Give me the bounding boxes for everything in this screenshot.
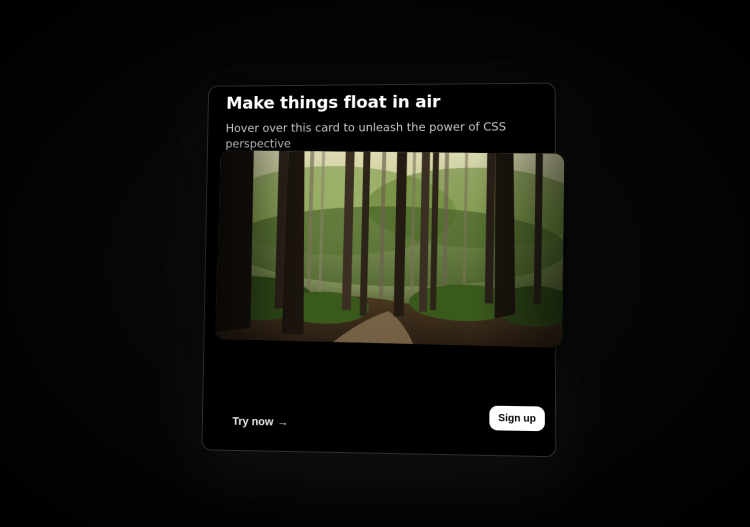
arrow-right-icon: → xyxy=(277,416,289,429)
card-subtitle: Hover over this card to unleash the powe… xyxy=(225,119,507,151)
card-title: Make things float in air xyxy=(225,92,441,114)
page-background: Make things float in air Hover over this… xyxy=(0,0,750,527)
floating-card[interactable]: Make things float in air Hover over this… xyxy=(201,82,565,458)
try-now-label: Try now xyxy=(232,415,274,429)
try-now-link[interactable]: Try now → xyxy=(232,416,288,429)
sign-up-button[interactable]: Sign up xyxy=(489,405,545,432)
forest-image xyxy=(214,150,565,348)
